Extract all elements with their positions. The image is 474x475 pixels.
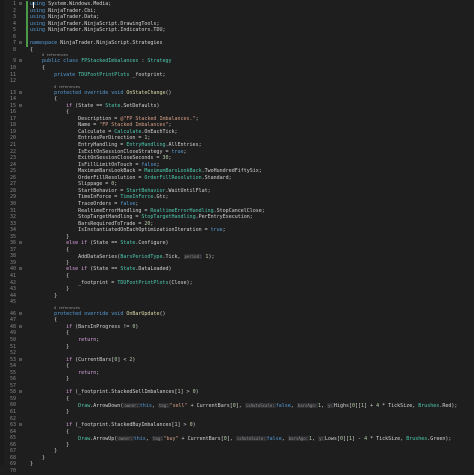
line-number: 12 bbox=[9, 78, 16, 85]
code-line[interactable]: 8{ bbox=[0, 47, 474, 54]
code-text[interactable]: { bbox=[30, 47, 33, 54]
line-number: 70 bbox=[9, 467, 16, 474]
line-number: 8 bbox=[12, 46, 16, 53]
line-number: 45 bbox=[9, 299, 16, 306]
code-line[interactable]: 70 bbox=[0, 468, 474, 475]
code-editor[interactable]: 1 ⊟ using System.Windows.Media; 2 using Ninj… bbox=[0, 0, 474, 474]
